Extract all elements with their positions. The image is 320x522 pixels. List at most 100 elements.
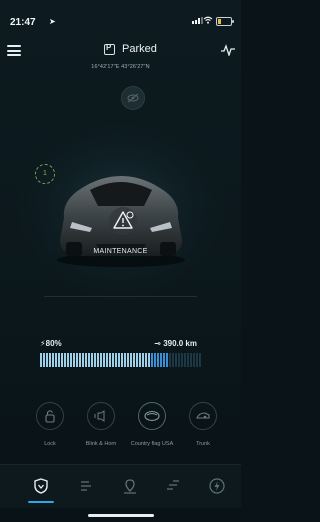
- charge-segment: [121, 353, 123, 367]
- charge-segment: [184, 353, 186, 367]
- lock-label: Lock: [44, 441, 56, 447]
- nav-security[interactable]: [28, 477, 54, 503]
- charge-segment: [163, 353, 165, 367]
- speed-icon: [167, 480, 179, 490]
- charge-segment: [130, 353, 132, 367]
- nav-location[interactable]: [121, 477, 139, 495]
- parked-label: Parked: [122, 43, 157, 55]
- charge-segment: [148, 353, 150, 367]
- trunk-label: Trunk: [196, 441, 210, 447]
- charge-segment: [49, 353, 51, 367]
- battery-charge: ⚡80%: [40, 339, 62, 348]
- charge-segment: [58, 353, 60, 367]
- charge-segment: [61, 353, 63, 367]
- charge-segment: [70, 353, 72, 367]
- charge-segment: [166, 353, 168, 367]
- range-icon: ⊸: [154, 339, 164, 348]
- charge-segment: [64, 353, 66, 367]
- charge-segment: [154, 353, 156, 367]
- location-arrow-icon: ➤: [49, 17, 56, 26]
- lock-icon: [36, 402, 64, 430]
- charge-segment: [97, 353, 99, 367]
- charge-segment: [94, 353, 96, 367]
- charge-segment: [109, 353, 111, 367]
- charge-segment: [40, 353, 42, 367]
- charge-segment: [115, 353, 117, 367]
- charge-segment: [112, 353, 114, 367]
- charge-segment: [181, 353, 183, 367]
- charge-segment: [172, 353, 174, 367]
- charge-segment: [67, 353, 69, 367]
- range-readout: ⊸ 390.0 km: [154, 339, 197, 348]
- activity-pulse-icon[interactable]: [221, 44, 235, 56]
- maintenance-label: MAINTENANCE: [93, 248, 148, 255]
- charge-percent: 80%: [45, 339, 62, 348]
- charge-segment: [106, 353, 108, 367]
- charge-segment: [133, 353, 135, 367]
- nav-speed[interactable]: [164, 477, 182, 495]
- charge-segment: [160, 353, 162, 367]
- charge-segment: [151, 353, 153, 367]
- charge-segment: [178, 353, 180, 367]
- country-flag-label: Country flag USA: [130, 441, 174, 447]
- charge-segment: [103, 353, 105, 367]
- signal-icon: [192, 17, 203, 24]
- charge-segment: [157, 353, 159, 367]
- nav-climate[interactable]: [77, 477, 95, 495]
- climate-icon: [81, 481, 91, 491]
- charge-level-bar: [40, 353, 201, 367]
- eye-off-icon: [127, 93, 139, 103]
- range-value: 390.0 km: [163, 339, 197, 348]
- home-indicator: [88, 514, 154, 517]
- charge-segment: [139, 353, 141, 367]
- divider: [44, 296, 197, 297]
- charge-segment: [145, 353, 147, 367]
- charge-segment: [52, 353, 54, 367]
- hamburger-menu-icon[interactable]: [7, 45, 21, 56]
- blink-horn-label: Blink & Horn: [85, 441, 117, 447]
- charge-segment: [82, 353, 84, 367]
- charge-segment: [190, 353, 192, 367]
- status-bar: 21:47 ➤: [0, 0, 241, 30]
- parking-icon: [104, 43, 115, 55]
- charge-segment: [127, 353, 129, 367]
- location-icon: [124, 479, 136, 494]
- charge-segment: [43, 353, 45, 367]
- status-time: 21:47: [10, 17, 36, 28]
- trunk-button[interactable]: Trunk: [179, 402, 227, 448]
- wifi-icon: [203, 16, 213, 24]
- trunk-icon: [189, 402, 217, 430]
- charge-segment: [100, 353, 102, 367]
- charge-segment: [136, 353, 138, 367]
- charge-segment: [196, 353, 198, 367]
- gps-coordinates: 16°42'17"E 43°26'27"N: [91, 64, 150, 70]
- charge-segment: [175, 353, 177, 367]
- lock-button[interactable]: Lock: [26, 402, 74, 448]
- charge-segment: [193, 353, 195, 367]
- charge-segment: [142, 353, 144, 367]
- flag-icon: [138, 402, 166, 430]
- charge-segment: [73, 353, 75, 367]
- charging-icon: [209, 478, 225, 494]
- horn-icon: [87, 402, 115, 430]
- charge-segment: [55, 353, 57, 367]
- car-view-button[interactable]: [121, 86, 145, 110]
- charge-segment: [187, 353, 189, 367]
- charge-segment: [169, 353, 171, 367]
- blink-horn-button[interactable]: Blink & Horn: [77, 402, 125, 448]
- charge-segment: [76, 353, 78, 367]
- parked-status: Parked: [104, 43, 157, 55]
- shield-icon: [34, 478, 48, 494]
- maintenance-warning-icon: [109, 207, 137, 235]
- charge-segment: [91, 353, 93, 367]
- bottom-navigation: [0, 464, 241, 508]
- country-flag-button[interactable]: Country flag USA: [128, 402, 176, 448]
- charge-segment: [88, 353, 90, 367]
- charge-segment: [46, 353, 48, 367]
- battery-icon: [216, 17, 234, 26]
- charge-segment: [124, 353, 126, 367]
- nav-charging[interactable]: [208, 477, 226, 495]
- charge-segment: [199, 353, 201, 367]
- charge-segment: [118, 353, 120, 367]
- charge-segment: [79, 353, 81, 367]
